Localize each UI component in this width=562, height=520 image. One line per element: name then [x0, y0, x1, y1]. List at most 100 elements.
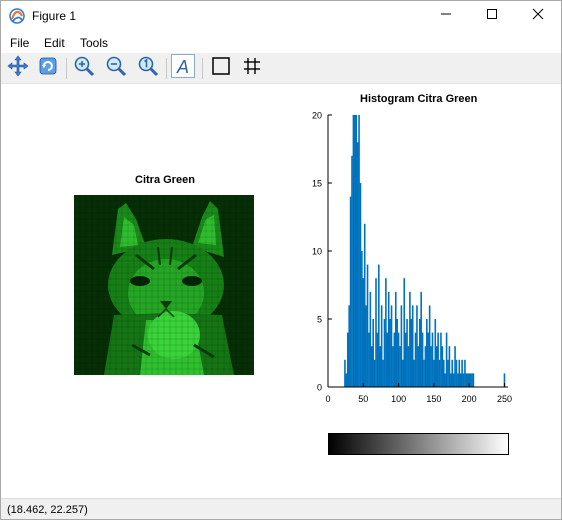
- zoom-in-button[interactable]: [72, 56, 96, 80]
- histogram-chart[interactable]: 051015200 50 100 150 200 250: [299, 108, 529, 408]
- histogram-bar: [450, 373, 452, 387]
- histogram-bar: [348, 305, 350, 387]
- histogram-bar: [402, 359, 404, 387]
- menu-tools[interactable]: Tools: [80, 36, 108, 50]
- histogram-bar: [469, 373, 472, 387]
- y-tick-label: 20: [312, 111, 322, 121]
- x-tick-label: 200: [462, 394, 477, 404]
- histogram-bar: [382, 359, 384, 387]
- grid-toggle-button[interactable]: [240, 56, 264, 80]
- histogram-bar: [346, 332, 349, 387]
- histogram-bar: [378, 264, 380, 387]
- histogram-bar: [428, 305, 431, 387]
- histogram-bar: [390, 305, 393, 387]
- histogram-bar: [379, 346, 382, 387]
- minimize-button[interactable]: [423, 1, 469, 31]
- zoom-out-icon: [105, 55, 127, 82]
- title-bar: Figure 1: [1, 1, 561, 31]
- histogram-bar: [399, 346, 401, 387]
- histogram-bar: [424, 346, 427, 387]
- histogram-bar: [352, 115, 355, 387]
- x-tick-label: 250: [497, 394, 512, 404]
- histogram-bar: [417, 346, 420, 387]
- histogram-bar: [454, 346, 456, 387]
- text-insert-icon: A: [171, 53, 195, 83]
- y-tick-label: 0: [317, 383, 322, 393]
- box-toggle-button[interactable]: [209, 56, 233, 80]
- histogram-bar: [441, 346, 444, 387]
- histogram-bar: [431, 332, 434, 387]
- histogram-bar: [440, 332, 442, 387]
- zoom-reset-button[interactable]: [136, 56, 160, 80]
- figure-canvas[interactable]: Citra Green Histogram Citra Green 0 5 10…: [1, 84, 561, 498]
- toolbar-separator: [66, 58, 67, 79]
- window-title: Figure 1: [32, 9, 77, 23]
- toolbar-separator: [166, 58, 167, 79]
- histogram-bar: [380, 305, 383, 387]
- histogram-bar: [386, 332, 389, 387]
- histogram-bar: [465, 373, 468, 387]
- histogram-bar: [383, 319, 386, 387]
- histogram-bar: [356, 142, 359, 387]
- green-channel-image[interactable]: [74, 195, 254, 375]
- rotate-button[interactable]: [36, 56, 60, 80]
- histogram-bar: [393, 332, 396, 387]
- histogram-bar: [444, 373, 446, 387]
- maximize-icon: [486, 7, 498, 25]
- toolbar-separator: [202, 58, 203, 79]
- histogram-bar: [406, 319, 408, 387]
- histogram-bar: [359, 183, 362, 387]
- y-tick-label: 10: [312, 247, 322, 257]
- histogram-bar: [414, 332, 417, 387]
- histogram-bar: [442, 359, 445, 387]
- grid-toggle-icon: [242, 56, 262, 81]
- histogram-bar: [410, 319, 413, 387]
- text-insert-button[interactable]: A: [171, 53, 195, 83]
- x-tick-label: 50: [358, 394, 368, 404]
- histogram-bar: [385, 278, 387, 387]
- histogram-bar: [403, 278, 406, 387]
- menu-file[interactable]: File: [10, 36, 29, 50]
- zoom-out-button[interactable]: [104, 56, 128, 80]
- x-tick-label: 100: [391, 394, 406, 404]
- rotate-icon: [37, 55, 59, 82]
- histogram-bar: [413, 359, 415, 387]
- pan-icon: [7, 55, 29, 82]
- histogram-bar: [433, 359, 435, 387]
- histogram-bar: [358, 115, 360, 387]
- histogram-bar: [396, 319, 398, 387]
- histogram-bar: [407, 346, 410, 387]
- figure-toolbar: A: [1, 53, 561, 84]
- maximize-button[interactable]: [469, 1, 515, 31]
- menu-edit[interactable]: Edit: [44, 36, 65, 50]
- y-tick-label: 5: [317, 315, 322, 325]
- menu-bar: File Edit Tools: [1, 33, 561, 53]
- histogram-bar: [351, 155, 353, 387]
- histogram-bar: [365, 305, 367, 387]
- histogram-bar: [438, 359, 441, 387]
- status-bar: (18.462, 22.257): [1, 498, 561, 519]
- histogram-bar: [369, 291, 372, 387]
- pan-button[interactable]: [6, 55, 30, 82]
- histogram-bar: [464, 359, 466, 387]
- histogram-bar: [457, 373, 459, 387]
- histogram-bar: [427, 332, 430, 387]
- histogram-title: Histogram Citra Green: [360, 93, 478, 105]
- histogram-bar: [349, 196, 352, 387]
- close-button[interactable]: [515, 1, 561, 31]
- histogram-bar: [404, 332, 407, 387]
- histogram-bar: [434, 319, 437, 387]
- histogram-bar: [362, 278, 365, 387]
- histogram-bar: [366, 264, 369, 387]
- histogram-bar: [375, 278, 377, 387]
- histogram-bar: [458, 359, 461, 387]
- histogram-bar: [462, 373, 465, 387]
- histogram-bar: [421, 332, 424, 387]
- histogram-bar: [451, 359, 454, 387]
- histogram-bar: [472, 373, 475, 387]
- histogram-bar: [448, 346, 451, 387]
- histogram-bar: [409, 291, 411, 387]
- histogram-bar: [344, 359, 346, 387]
- y-tick-label: 15: [312, 179, 322, 189]
- histogram-bar: [445, 332, 448, 387]
